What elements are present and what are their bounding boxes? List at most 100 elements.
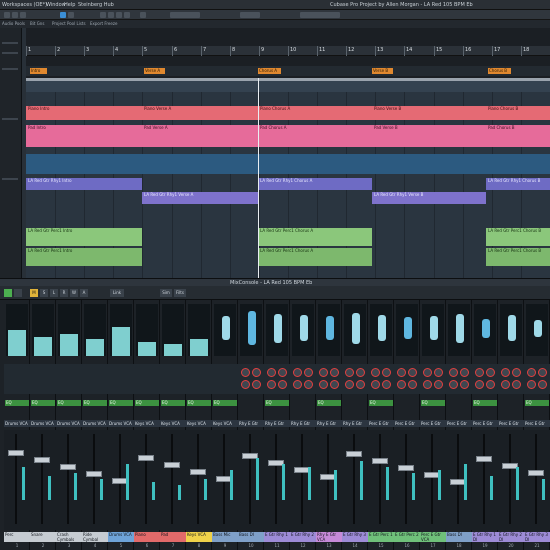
eq-button[interactable]: EQ bbox=[109, 400, 133, 406]
knob-icon[interactable] bbox=[434, 380, 443, 389]
knob-icon[interactable] bbox=[423, 380, 432, 389]
fader-handle[interactable] bbox=[372, 458, 388, 464]
channel-label[interactable]: E Gtr Rhy 3 DI bbox=[524, 532, 550, 542]
eq-button[interactable]: EQ bbox=[525, 400, 549, 406]
knob-icon[interactable] bbox=[304, 368, 313, 377]
marker-verse-a[interactable]: Verse A bbox=[144, 68, 165, 74]
knob-icon[interactable] bbox=[397, 368, 406, 377]
knob-icon[interactable] bbox=[319, 368, 328, 377]
toolbar-button[interactable] bbox=[100, 12, 106, 18]
toolbar-button[interactable] bbox=[68, 12, 74, 18]
clip-rhy1[interactable]: LA Red Gtr Rhy1 Chorus B bbox=[486, 178, 550, 190]
knob-icon[interactable] bbox=[527, 380, 536, 389]
knob-icon[interactable] bbox=[371, 368, 380, 377]
channel-label[interactable]: E Gtr Perc 1 bbox=[368, 532, 394, 542]
clip-perc1[interactable]: LA Red Gtr Perc1 Chorus A bbox=[258, 248, 372, 266]
knob-icon[interactable] bbox=[382, 368, 391, 377]
tab-bit-gns[interactable]: Bit Gns bbox=[30, 21, 44, 26]
clip-pad[interactable]: Pad Chorus B bbox=[486, 125, 550, 147]
marker-verse-b[interactable]: Verse B bbox=[372, 68, 393, 74]
knob-icon[interactable] bbox=[304, 380, 313, 389]
tab-project-pool-lists[interactable]: Project Pool Lists bbox=[52, 21, 86, 26]
project-cursor[interactable] bbox=[258, 78, 259, 278]
knob-icon[interactable] bbox=[501, 368, 510, 377]
knob-icon[interactable] bbox=[512, 380, 521, 389]
clip-rhy1[interactable]: LA Red Gtr Rhy1 Verse B bbox=[372, 192, 486, 204]
clip-perc1[interactable]: LA Red Gtr Perc1 Chorus A bbox=[258, 228, 372, 246]
channel-label[interactable]: Pad bbox=[160, 532, 186, 542]
knob-icon[interactable] bbox=[512, 368, 521, 377]
toolbar-button[interactable] bbox=[12, 12, 18, 18]
knob-icon[interactable] bbox=[267, 368, 276, 377]
knob-icon[interactable] bbox=[527, 368, 536, 377]
knob-icon[interactable] bbox=[486, 380, 495, 389]
toolbar-button[interactable] bbox=[140, 12, 146, 18]
clip-pad[interactable]: Pad Verse B bbox=[372, 125, 486, 147]
knob-icon[interactable] bbox=[449, 380, 458, 389]
marker-chorus-b[interactable]: Chorus B bbox=[488, 68, 511, 74]
eq-button[interactable]: EQ bbox=[369, 400, 393, 406]
fader-handle[interactable] bbox=[346, 451, 362, 457]
channel-label[interactable]: Perc bbox=[4, 532, 30, 542]
knob-icon[interactable] bbox=[538, 368, 547, 377]
filters-button[interactable]: Filts bbox=[174, 289, 186, 297]
menu-workspaces[interactable]: Workspaces (OE*) bbox=[2, 2, 47, 8]
link-button[interactable]: Link bbox=[110, 289, 124, 297]
knob-icon[interactable] bbox=[330, 380, 339, 389]
knob-icon[interactable] bbox=[252, 380, 261, 389]
toolbar-button[interactable] bbox=[60, 12, 66, 18]
channel-label[interactable]: Perc E Gtr VCA bbox=[420, 532, 446, 542]
menu-help[interactable]: Help bbox=[64, 2, 75, 8]
channel-label[interactable]: E Gtr Rhy 1 bbox=[264, 532, 290, 542]
knob-icon[interactable] bbox=[434, 368, 443, 377]
knob-icon[interactable] bbox=[345, 368, 354, 377]
auto-button[interactable]: A bbox=[80, 289, 88, 297]
eq-button[interactable]: EQ bbox=[161, 400, 185, 406]
channel-label[interactable]: E Gtr Rhy 3 bbox=[342, 532, 368, 542]
knob-icon[interactable] bbox=[293, 368, 302, 377]
channel-label[interactable]: Bass Mic bbox=[212, 532, 238, 542]
fader-handle[interactable] bbox=[138, 455, 154, 461]
knob-icon[interactable] bbox=[356, 380, 365, 389]
clip-piano[interactable]: Piano Chorus B bbox=[486, 106, 550, 120]
channel-label[interactable]: Snare bbox=[30, 532, 56, 542]
toolbar-button[interactable] bbox=[4, 12, 10, 18]
eq-button[interactable]: EQ bbox=[57, 400, 81, 406]
knob-icon[interactable] bbox=[486, 368, 495, 377]
stop-button[interactable] bbox=[14, 289, 22, 297]
clip-rhy1[interactable]: LA Red Gtr Rhy1 Chorus A bbox=[258, 178, 372, 190]
menu-window[interactable]: Window bbox=[46, 2, 66, 8]
marker-intro[interactable]: Intro bbox=[30, 68, 47, 74]
clip-perc1[interactable]: LA Red Gtr Perc1 Intro bbox=[26, 228, 142, 246]
fader-handle[interactable] bbox=[34, 457, 50, 463]
eq-button[interactable]: EQ bbox=[5, 400, 29, 406]
read-button[interactable]: R bbox=[60, 289, 68, 297]
knob-icon[interactable] bbox=[267, 380, 276, 389]
eq-button[interactable]: EQ bbox=[135, 400, 159, 406]
knob-icon[interactable] bbox=[293, 380, 302, 389]
fader-handle[interactable] bbox=[86, 471, 102, 477]
zoom-control[interactable] bbox=[300, 12, 340, 18]
eq-button[interactable]: EQ bbox=[83, 400, 107, 406]
knob-icon[interactable] bbox=[278, 380, 287, 389]
clip-pad[interactable]: Pad Verse A bbox=[142, 125, 258, 147]
snap-selector[interactable] bbox=[170, 12, 200, 18]
knob-icon[interactable] bbox=[319, 380, 328, 389]
channel-label[interactable]: Drums VCA bbox=[108, 532, 134, 542]
channel-label[interactable]: Crash Cymbals bbox=[56, 532, 82, 542]
fader-handle[interactable] bbox=[476, 456, 492, 462]
channel-label[interactable]: Bass DI bbox=[238, 532, 264, 542]
channel-label[interactable]: Rhy E Gtr VCA bbox=[316, 532, 342, 542]
knob-icon[interactable] bbox=[345, 380, 354, 389]
knob-icon[interactable] bbox=[371, 380, 380, 389]
channel-label[interactable]: E Gtr Rhy 2 bbox=[290, 532, 316, 542]
clip-perc1[interactable]: LA Red Gtr Perc1 Chorus B bbox=[486, 248, 550, 266]
knob-icon[interactable] bbox=[460, 368, 469, 377]
quantize-selector[interactable] bbox=[240, 12, 260, 18]
knob-icon[interactable] bbox=[423, 368, 432, 377]
clip-pad[interactable]: Pad Intro bbox=[26, 125, 142, 147]
channel-label[interactable]: Ride Cymbal bbox=[82, 532, 108, 542]
fader-handle[interactable] bbox=[528, 470, 544, 476]
tab-audio-pools[interactable]: Audio Pools bbox=[2, 21, 25, 26]
knob-icon[interactable] bbox=[408, 380, 417, 389]
